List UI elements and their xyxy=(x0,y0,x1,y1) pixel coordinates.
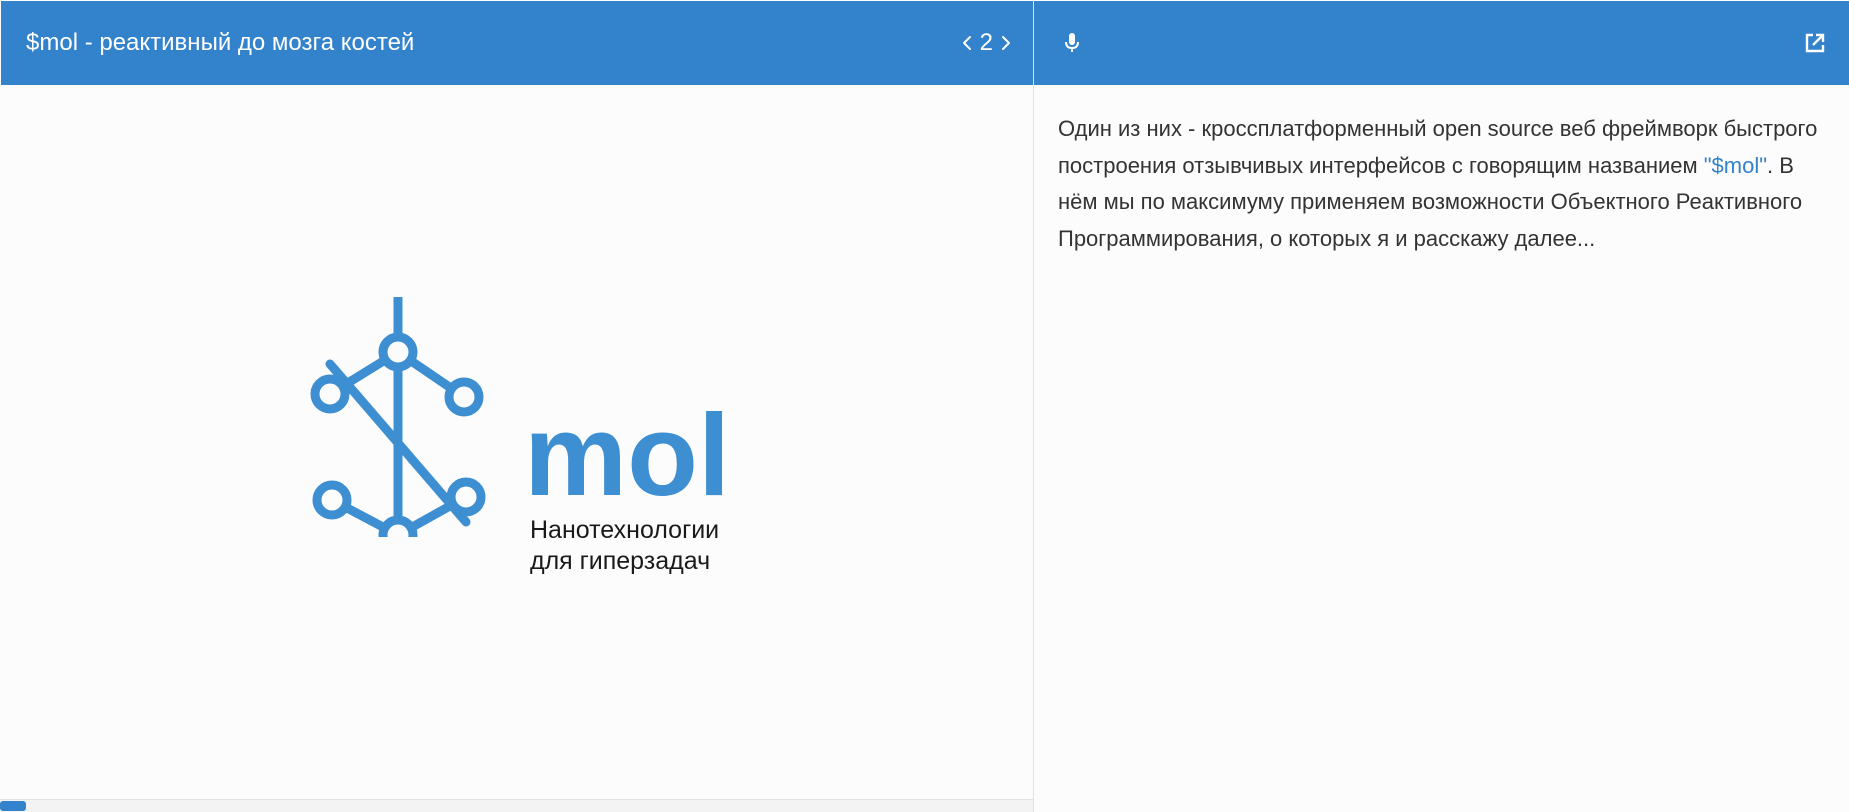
open-external-icon[interactable] xyxy=(1801,29,1829,57)
mol-link[interactable]: "$mol" xyxy=(1704,153,1767,178)
chevron-right-icon[interactable] xyxy=(999,31,1013,55)
slide-title: $mol - реактивный до мозга костей xyxy=(26,29,415,56)
logo-tagline-line2: для гиперзадач xyxy=(530,547,711,575)
slide-content: mol Нанотехнологии для гиперзадач xyxy=(0,85,1033,800)
slide-progress-fill xyxy=(0,801,26,811)
microphone-icon[interactable] xyxy=(1058,29,1086,57)
slide-pane: $mol - реактивный до мозга костей 2 mol … xyxy=(0,0,1034,812)
mol-logo: mol xyxy=(310,297,730,537)
logo-tagline: Нанотехнологии для гиперзадач xyxy=(530,515,719,577)
chevron-left-icon[interactable] xyxy=(960,31,974,55)
slide-page-number: 2 xyxy=(979,29,993,56)
notes-header xyxy=(1034,1,1849,85)
logo-wordmark: mol xyxy=(524,390,730,520)
notes-pane: Один из них - кроссплатформенный open so… xyxy=(1034,0,1849,812)
speaker-notes: Один из них - кроссплатформенный open so… xyxy=(1034,85,1849,257)
presenter-app: $mol - реактивный до мозга костей 2 mol … xyxy=(0,0,1849,812)
slide-progress-bar[interactable] xyxy=(0,799,1033,812)
logo-tagline-line1: Нанотехнологии xyxy=(530,516,720,544)
slide-header: $mol - реактивный до мозга костей 2 xyxy=(1,1,1033,85)
slide-navigation: 2 xyxy=(960,29,1013,57)
